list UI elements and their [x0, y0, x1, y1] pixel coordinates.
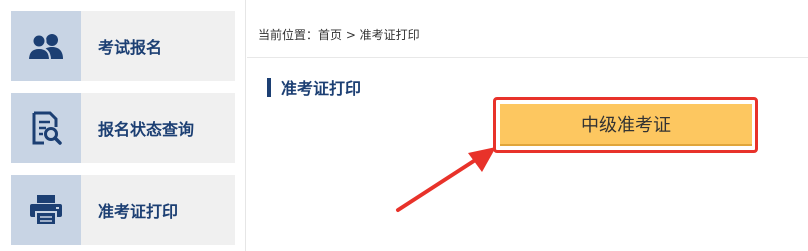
divider — [247, 57, 808, 58]
users-icon — [11, 11, 81, 81]
document-search-icon — [11, 93, 81, 163]
sidebar-item-label: 报名状态查询 — [98, 120, 195, 139]
sidebar-item-exam-registration[interactable]: 考试报名 — [11, 11, 235, 81]
breadcrumb: 当前位置：首页 > 准考证打印 — [258, 28, 420, 42]
sidebar: 考试报名 报名状态查询 准考证打印 — [0, 0, 246, 251]
sidebar-item-label: 准考证打印 — [98, 202, 179, 221]
sidebar-item-registration-status[interactable]: 报名状态查询 — [11, 93, 235, 163]
sidebar-item-label: 考试报名 — [98, 38, 163, 57]
section-title: 准考证打印 — [267, 77, 362, 98]
intermediate-admission-ticket-button[interactable]: 中级准考证 — [500, 104, 752, 146]
title-accent-bar — [267, 77, 271, 97]
printer-icon — [11, 175, 81, 245]
pointer-arrow-icon — [396, 147, 496, 212]
sidebar-item-admission-ticket-print[interactable]: 准考证打印 — [11, 175, 235, 245]
page-title: 准考证打印 — [281, 79, 362, 98]
